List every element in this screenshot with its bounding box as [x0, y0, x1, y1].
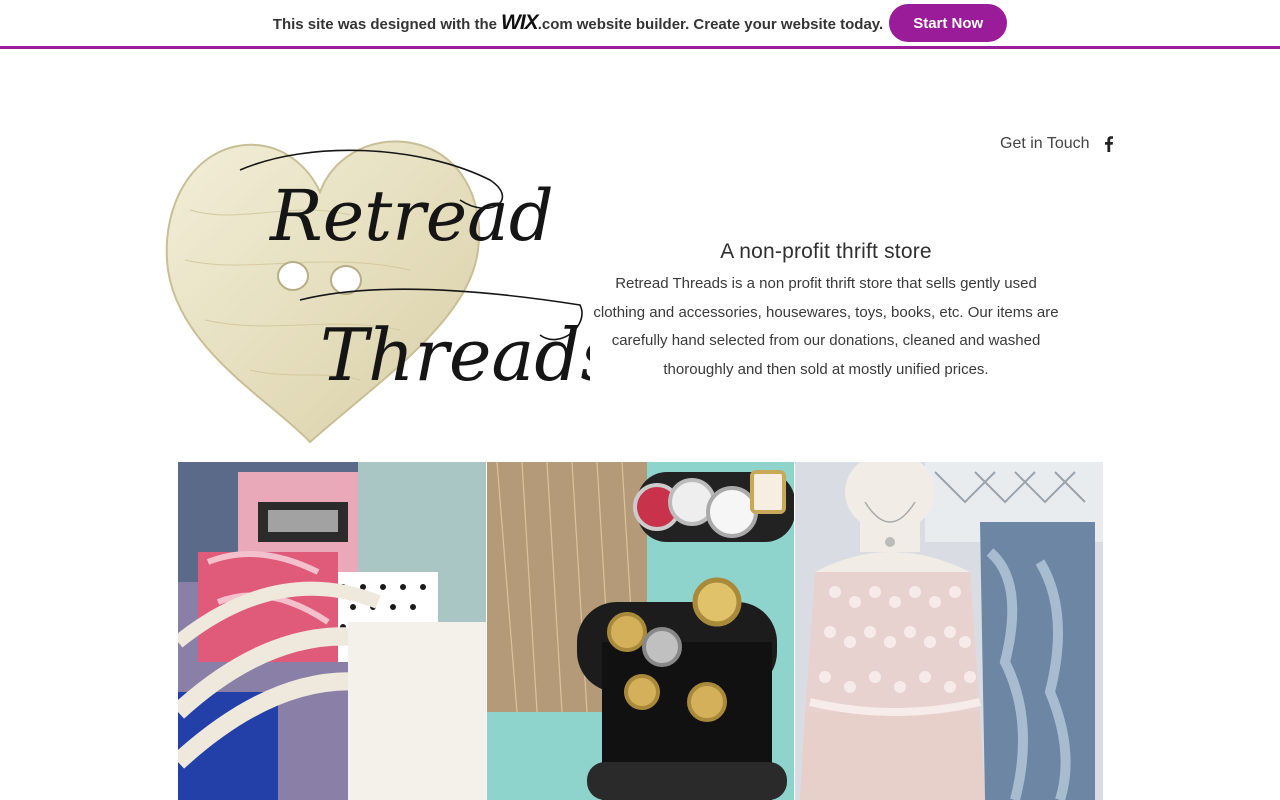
get-in-touch-link[interactable]: Get in Touch — [1000, 135, 1090, 153]
wix-logo-suffix: .com — [537, 16, 573, 33]
header-nav: Get in Touch — [1000, 132, 1118, 156]
gallery-photo-clothing[interactable] — [178, 462, 486, 800]
banner-text-after: website builder. Create your website tod… — [576, 16, 884, 33]
wix-logo-text: WIX — [501, 11, 539, 34]
wix-promo-banner: This site was designed with the WIX .com … — [0, 0, 1280, 49]
gallery-photo-mannequin[interactable] — [795, 462, 1103, 800]
logo-text-line1: Retread — [268, 175, 554, 257]
start-now-button[interactable]: Start Now — [889, 4, 1008, 42]
retread-threads-logo[interactable]: Retread Threads — [160, 130, 617, 450]
gallery-photo-watches[interactable] — [486, 462, 795, 800]
intro-section: A non-profit thrift store Retread Thread… — [590, 240, 1062, 384]
wix-logo: WIX .com — [501, 11, 573, 35]
photo-gallery — [178, 462, 1103, 800]
banner-text-before: This site was designed with the — [272, 16, 498, 33]
banner-text: This site was designed with the WIX .com … — [273, 11, 883, 35]
facebook-icon[interactable] — [1100, 135, 1118, 153]
intro-title: A non-profit thrift store — [720, 240, 932, 263]
intro-body: Retread Threads is a non profit thrift s… — [593, 275, 1059, 378]
logo-text-line2: Threads — [320, 313, 590, 397]
